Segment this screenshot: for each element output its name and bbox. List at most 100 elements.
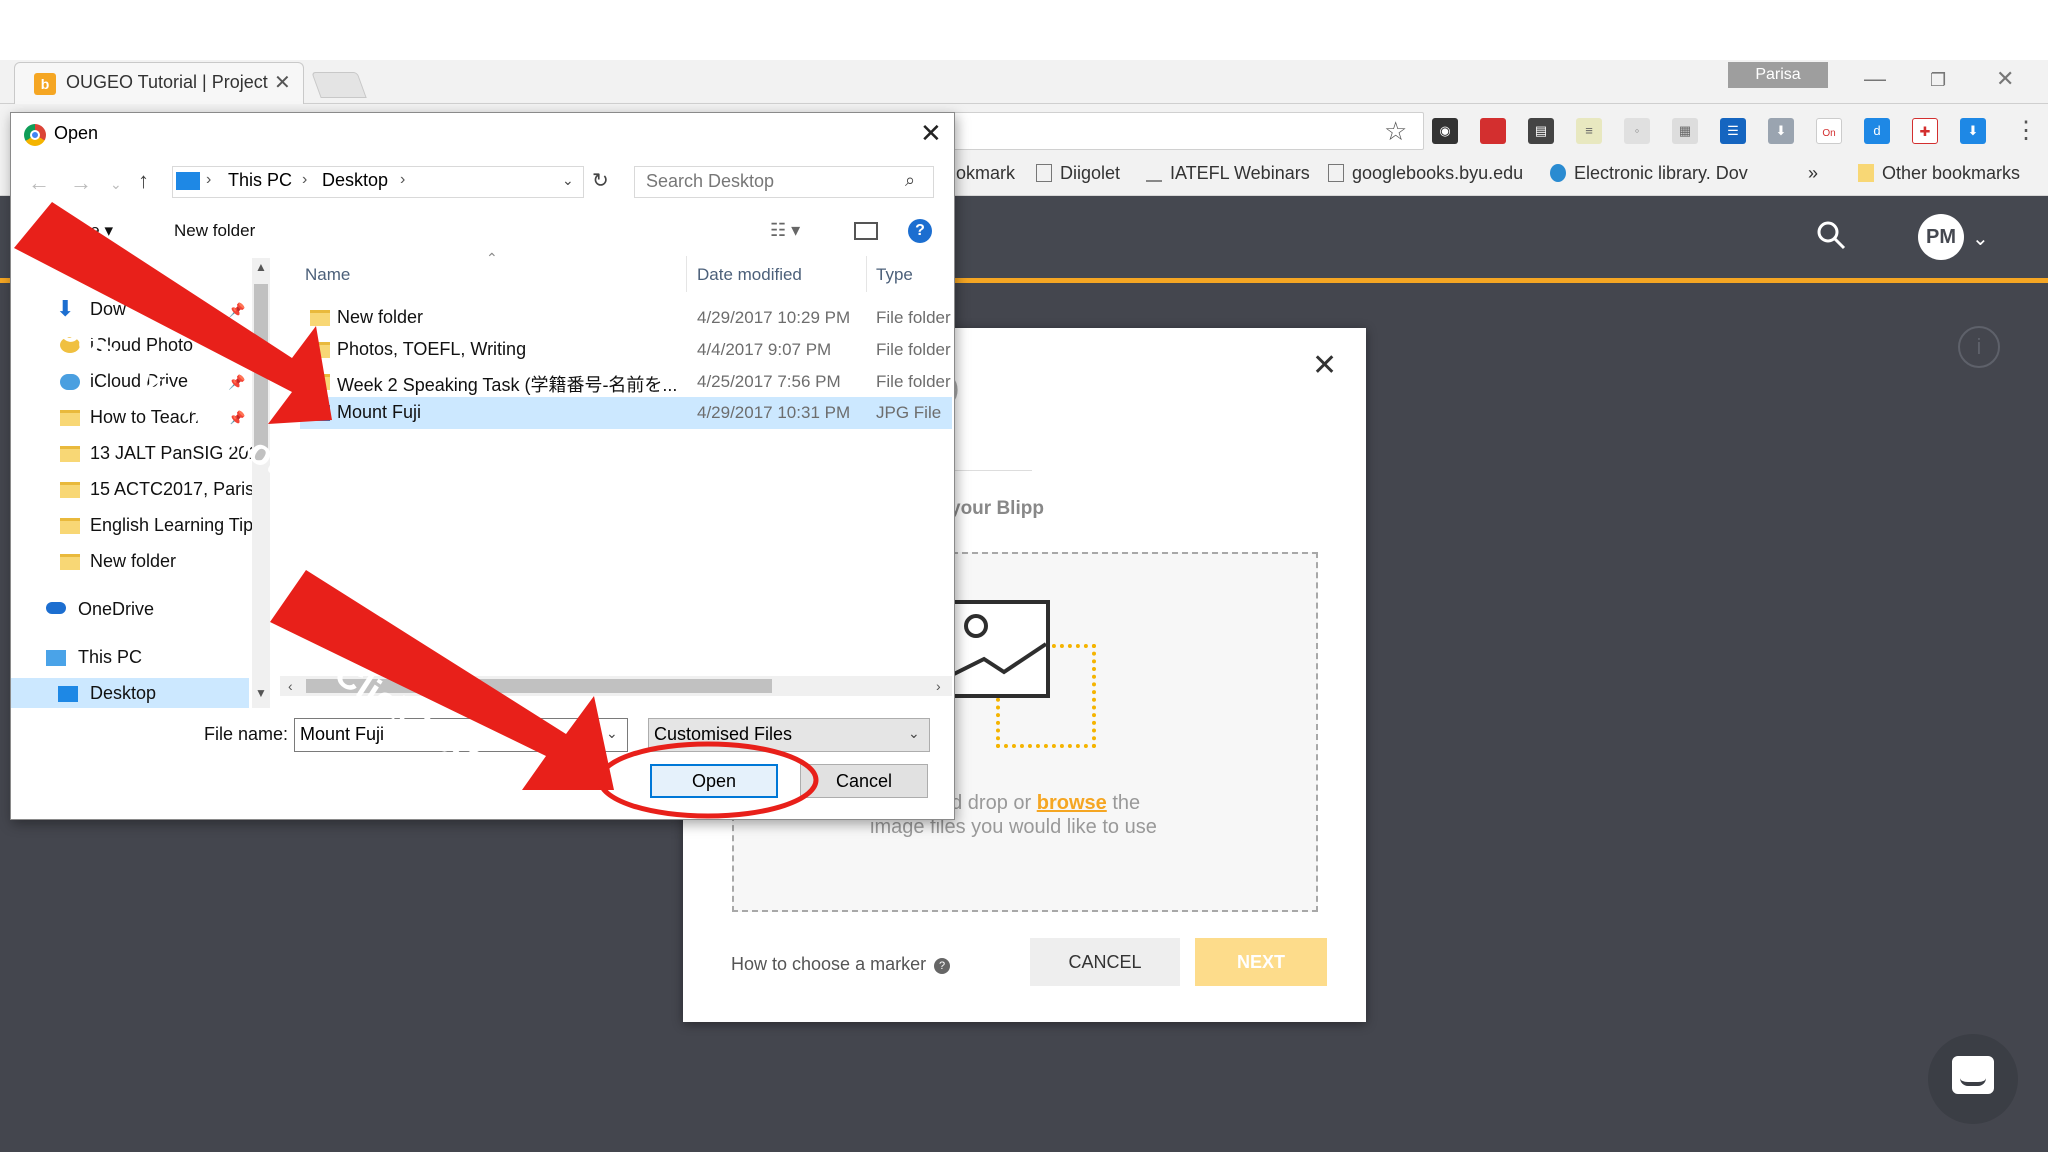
image-icon <box>950 600 1050 698</box>
preview-pane-icon[interactable] <box>854 222 878 240</box>
file-row-name[interactable]: Mount Fuji <box>337 402 421 423</box>
how-to-choose-link[interactable]: How to choose a marker? <box>731 954 951 975</box>
extension-doc-icon[interactable]: ≡ <box>1576 118 1602 144</box>
column-separator[interactable] <box>686 256 687 292</box>
column-header-date[interactable]: Date modified <box>697 265 802 285</box>
path-dropdown-icon[interactable]: ⌄ <box>562 172 574 189</box>
next-button[interactable]: NEXT <box>1195 938 1327 986</box>
dialog-title: Open <box>54 123 99 143</box>
file-row-date: 4/29/2017 10:29 PM <box>697 308 851 327</box>
avatar[interactable]: PM <box>1918 214 1964 260</box>
breadcrumb-desktop[interactable]: Desktop <box>322 170 388 191</box>
bookmark-item[interactable]: okmark <box>956 163 1015 184</box>
recent-dropdown-icon[interactable]: ⌄ <box>110 176 122 193</box>
bookmark-star-icon[interactable]: ☆ <box>1384 116 1407 147</box>
nav-item-actc2017[interactable]: 15 ACTC2017, Parisa <box>90 479 264 500</box>
extension-small-icon[interactable]: ◦ <box>1624 118 1650 144</box>
extension-download-blue-icon[interactable]: ⬇ <box>1960 118 1986 144</box>
open-button[interactable]: Open <box>650 764 778 798</box>
bookmark-label: Other bookmarks <box>1882 163 2021 183</box>
search-placeholder: Search Desktop <box>646 171 775 191</box>
filename-value: Mount Fuji <box>300 724 385 744</box>
search-icon[interactable] <box>1816 220 1846 250</box>
cancel-button[interactable]: CANCEL <box>1030 938 1180 986</box>
pin-icon[interactable]: 📌 <box>228 302 245 319</box>
drop-text-suffix: the <box>1112 792 1141 814</box>
bookmark-item[interactable]: Electronic library. Dov <box>1550 163 1748 184</box>
modal-heading: your Blipp <box>950 498 1044 519</box>
refresh-icon[interactable]: ↻ <box>592 168 609 193</box>
scroll-left-icon[interactable]: ‹ <box>288 678 293 694</box>
column-header-type[interactable]: Type <box>876 265 913 285</box>
help-icon[interactable]: ? <box>908 219 932 243</box>
file-row-type: File folder <box>876 308 951 327</box>
close-icon[interactable]: ✕ <box>1312 348 1337 383</box>
bookmark-item[interactable]: IATEFL Webinars <box>1146 163 1310 184</box>
breadcrumb-separator: › <box>302 171 308 188</box>
forward-arrow-icon[interactable]: → <box>70 170 92 196</box>
column-header-name[interactable]: Name <box>305 265 350 285</box>
breadcrumb-this-pc[interactable]: This PC <box>228 170 292 191</box>
back-arrow-icon[interactable]: ← <box>28 170 50 196</box>
address-bar[interactable] <box>950 112 1424 150</box>
bookmarks-overflow-icon[interactable]: » <box>1808 163 1818 184</box>
extension-d-icon[interactable]: d <box>1864 118 1890 144</box>
extension-plus-icon[interactable]: ✚ <box>1912 118 1938 144</box>
bookmark-label: Electronic library. Dov <box>1574 163 1748 183</box>
profile-button[interactable]: Parisa <box>1728 62 1828 88</box>
new-folder-button[interactable]: New folder <box>174 221 255 241</box>
extension-red-book-icon[interactable] <box>1480 118 1506 144</box>
bookmark-label: googlebooks.byu.edu <box>1352 163 1524 183</box>
chevron-down-icon[interactable]: ⌄ <box>606 725 618 742</box>
chrome-menu-icon[interactable]: ⋮ <box>2014 116 2038 145</box>
nav-item-this-pc[interactable]: This PC <box>78 647 142 668</box>
up-arrow-icon[interactable]: ↑ <box>138 168 149 194</box>
file-row-name[interactable]: Week 2 Speaking Task (学籍番号-名前を... <box>337 371 677 397</box>
new-tab-button[interactable] <box>311 72 367 98</box>
cancel-button[interactable]: Cancel <box>800 764 928 798</box>
scroll-down-icon[interactable]: ▼ <box>255 686 267 700</box>
nav-item-new-folder[interactable]: New folder <box>90 551 176 572</box>
nav-item-downloads[interactable]: Dow <box>90 299 126 320</box>
info-icon[interactable]: i <box>1958 326 2000 368</box>
dialog-close-icon[interactable]: ✕ <box>920 118 942 149</box>
organise-label: ise <box>78 221 100 240</box>
view-options-icon[interactable]: ☷ ▾ <box>770 220 800 241</box>
folder-icon <box>60 518 80 534</box>
scroll-up-icon[interactable]: ▲ <box>255 260 267 274</box>
this-pc-icon <box>176 172 200 190</box>
window-close-icon[interactable]: ✕ <box>1996 66 2014 92</box>
help-icon[interactable]: ? <box>934 958 951 974</box>
folder-icon <box>60 446 80 462</box>
extension-mask-icon[interactable]: ◉ <box>1432 118 1458 144</box>
file-row-name[interactable]: New folder <box>337 307 423 328</box>
bookmark-item[interactable]: Diigolet <box>1036 163 1120 184</box>
jpg-file-icon <box>310 405 330 421</box>
chevron-down-icon[interactable]: ⌄ <box>1972 226 1989 251</box>
nav-item-english-learning[interactable]: English Learning Tip <box>90 515 253 536</box>
nav-item-onedrive[interactable]: OneDrive <box>78 599 154 620</box>
file-row-name[interactable]: Photos, TOEFL, Writing <box>337 339 526 360</box>
pin-icon[interactable]: 📌 <box>228 374 245 391</box>
extension-grid-icon[interactable]: ▦ <box>1672 118 1698 144</box>
bookmark-item[interactable]: googlebooks.byu.edu <box>1328 163 1523 184</box>
column-separator[interactable] <box>866 256 867 292</box>
file-row-type: File folder <box>876 340 951 359</box>
tab-close-icon[interactable]: ✕ <box>274 70 291 95</box>
browse-link[interactable]: browse <box>1037 792 1107 814</box>
file-row-type: File folder <box>876 372 951 391</box>
extension-download-gray-icon[interactable]: ⬇ <box>1768 118 1794 144</box>
extension-film-icon[interactable]: ▤ <box>1528 118 1554 144</box>
link-icon <box>1146 164 1162 182</box>
extension-on-icon[interactable]: On <box>1816 118 1842 144</box>
nav-item-desktop[interactable]: Desktop <box>90 683 156 704</box>
minimize-icon[interactable]: — <box>1864 66 1886 92</box>
bookmark-item[interactable]: Other bookmarks <box>1858 163 2020 184</box>
scroll-right-icon[interactable]: › <box>936 678 941 694</box>
organise-button[interactable]: ise ▾ <box>78 221 113 241</box>
search-icon[interactable]: ⌕ <box>905 170 915 191</box>
dialog-toolbar <box>11 212 954 250</box>
chevron-down-icon[interactable]: ⌄ <box>908 725 920 742</box>
extension-layers-icon[interactable]: ☰ <box>1720 118 1746 144</box>
restore-icon[interactable]: ❐ <box>1930 70 1946 91</box>
